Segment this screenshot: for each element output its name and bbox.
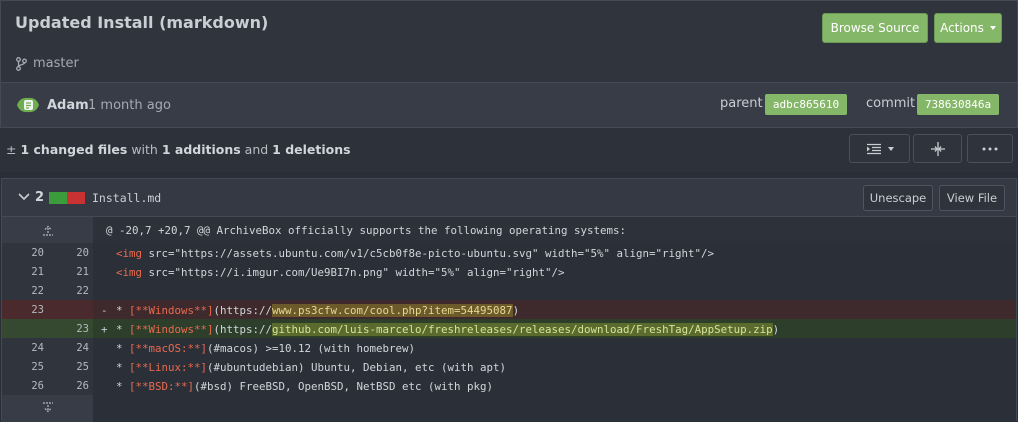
diff-line: 25 25 * [**Linux:**](#ubuntudebian) Ubun… — [2, 357, 1016, 376]
actions-dropdown-button[interactable]: Actions — [934, 13, 1002, 43]
added-line: 23 + * [**Windows**](https://github.com/… — [2, 319, 1016, 338]
commit-label: commit — [866, 96, 916, 111]
new-line-number: 26 — [76, 380, 89, 392]
split-view-button[interactable] — [913, 134, 962, 163]
diff-line: 26 26 * [**BSD:**](#bsd) FreeBSD, OpenBS… — [2, 376, 1016, 395]
expand-down-icon[interactable] — [42, 402, 54, 414]
chevron-down-icon[interactable] — [18, 193, 30, 201]
commit-info-bar: Adam 1 month ago parent adbc865610 commi… — [0, 83, 1018, 128]
new-line-number: 23 — [76, 323, 89, 335]
hunk-header-row: @ -20,7 +20,7 @@ ArchiveBox officially s… — [2, 217, 1016, 243]
list-indent-icon — [866, 143, 881, 154]
page-title: Updated Install (markdown) — [15, 13, 269, 32]
commit-header: Updated Install (markdown) master Browse… — [0, 0, 1018, 83]
diff-lines: @ -20,7 +20,7 @@ ArchiveBox officially s… — [2, 217, 1016, 422]
deleted-line: 23 - * [**Windows**](https://www.ps3cfw.… — [2, 300, 1016, 319]
line-code: * [**Windows**](https://github.com/luis-… — [116, 323, 780, 336]
new-line-number: 25 — [76, 361, 89, 373]
new-line-number: 22 — [76, 285, 89, 297]
file-name[interactable]: Install.md — [92, 191, 161, 205]
file-diff-header: 2 Install.md Unescape View File — [2, 179, 1016, 217]
diff-view-dropdown-button[interactable] — [849, 134, 910, 163]
deletions-bar — [67, 192, 85, 204]
expand-row — [2, 395, 1016, 422]
diff-line: 20 20 <img src="https://assets.ubuntu.co… — [2, 243, 1016, 262]
caret-down-icon — [887, 146, 894, 151]
old-line-number: 22 — [31, 285, 44, 297]
old-line-number: 25 — [31, 361, 44, 373]
line-code: * [**macOS:**](#macos) >=10.12 (with hom… — [116, 342, 416, 355]
new-line-number: 20 — [76, 247, 89, 259]
diff-line: 21 21 <img src="https://i.imgur.com/Ue9B… — [2, 262, 1016, 281]
split-icon — [930, 141, 945, 156]
diff-line: 22 22 — [2, 281, 1016, 300]
browse-source-button[interactable]: Browse Source — [822, 13, 928, 43]
new-line-number: 24 — [76, 342, 89, 354]
branch-label: master — [16, 56, 79, 71]
commit-author[interactable]: Adam — [47, 98, 89, 113]
unescape-button[interactable]: Unescape — [863, 185, 933, 211]
file-diff-box: 2 Install.md Unescape View File @ -20,7 … — [1, 178, 1017, 422]
caret-down-icon — [989, 26, 996, 30]
hunk-header: @ -20,7 +20,7 @@ ArchiveBox officially s… — [106, 224, 627, 237]
diff-stat-icon: ± — [6, 142, 17, 157]
old-line-number: 26 — [31, 380, 44, 392]
line-code: <img src="https://assets.ubuntu.com/v1/c… — [116, 247, 715, 260]
view-file-button[interactable]: View File — [939, 185, 1005, 211]
old-line-number: 21 — [31, 266, 44, 278]
new-line-number: 21 — [76, 266, 89, 278]
diff-sign: + — [101, 323, 108, 336]
line-code: * [**Linux:**](#ubuntudebian) Ubuntu, De… — [116, 361, 507, 374]
line-code: * [**Windows**](https://www.ps3cfw.com/c… — [116, 304, 520, 317]
ellipsis-icon — [982, 147, 998, 150]
commit-time: 1 month ago — [88, 98, 171, 113]
parent-hash-link[interactable]: adbc865610 — [765, 94, 847, 115]
line-code: * [**BSD:**](#bsd) FreeBSD, OpenBSD, Net… — [116, 380, 494, 393]
branch-icon — [16, 56, 27, 71]
additions-bar — [49, 192, 67, 204]
old-line-number: 20 — [31, 247, 44, 259]
diff-sign: - — [101, 304, 108, 317]
commit-hash-link[interactable]: 738630846a — [917, 94, 999, 115]
avatar[interactable] — [16, 96, 40, 114]
diff-line: 24 24 * [**macOS:**](#macos) >=10.12 (wi… — [2, 338, 1016, 357]
expand-up-icon[interactable] — [42, 224, 54, 236]
old-line-number: 24 — [31, 342, 44, 354]
diff-stats: ± 1 changed files with 1 additions and 1… — [6, 142, 351, 157]
parent-label: parent — [720, 96, 763, 111]
file-change-count: 2 — [35, 190, 45, 205]
old-line-number: 23 — [31, 304, 44, 316]
line-code: <img src="https://i.imgur.com/Ue9BI7n.pn… — [116, 266, 565, 279]
branch-name[interactable]: master — [33, 56, 79, 71]
more-options-button[interactable] — [967, 134, 1013, 163]
